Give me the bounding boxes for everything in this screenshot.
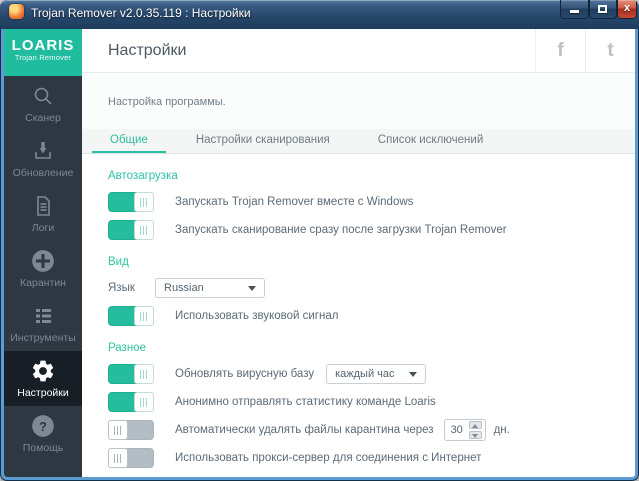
- setting-row: Запускать Trojan Remover вместе с Window…: [108, 192, 635, 212]
- setting-row: Использовать прокси-сервер для соединени…: [108, 448, 635, 468]
- setting-label: Автоматически удалять файлы карантина че…: [175, 424, 434, 436]
- spinner-down-button[interactable]: [469, 431, 482, 439]
- search-icon: [30, 83, 56, 109]
- setting-row: Анонимно отправлять статистику команде L…: [108, 392, 635, 412]
- toggle-knob: [134, 364, 154, 384]
- sidebar-item-logs[interactable]: Логи: [4, 186, 82, 241]
- question-icon: ?: [30, 413, 56, 439]
- document-icon: [30, 193, 56, 219]
- toggle-run-with-windows[interactable]: [108, 192, 154, 212]
- twitter-icon[interactable]: t: [585, 29, 635, 72]
- setting-label: Использовать звуковой сигнал: [175, 310, 338, 322]
- setting-row: Запускать сканирование сразу после загру…: [108, 220, 635, 240]
- toggle-knob: [108, 448, 128, 468]
- sidebar-item-update[interactable]: Обновление: [4, 131, 82, 186]
- sidebar-item-label: Карантин: [20, 277, 66, 289]
- section-heading-autoload: Автозагрузка: [108, 170, 635, 182]
- chevron-down-icon: [409, 372, 417, 377]
- toggle-knob: [134, 306, 154, 326]
- tab-bar: Общие Настройки сканирования Список искл…: [82, 129, 635, 154]
- sidebar-item-settings[interactable]: Настройки: [4, 351, 82, 406]
- settings-content: Автозагрузка Запускать Trojan Remover вм…: [82, 154, 635, 477]
- language-label: Язык: [108, 282, 155, 294]
- plus-circle-icon: [30, 248, 56, 274]
- setting-label: Запускать Trojan Remover вместе с Window…: [175, 196, 413, 208]
- logo-brand: LOARIS: [4, 38, 82, 53]
- close-button[interactable]: x: [617, 0, 637, 19]
- maximize-icon: [598, 5, 607, 13]
- minimize-button[interactable]: [560, 0, 589, 19]
- days-suffix-label: дн.: [494, 424, 510, 436]
- setting-label: Запускать сканирование сразу после загру…: [175, 224, 507, 236]
- toggle-send-statistics[interactable]: [108, 392, 154, 412]
- spinner-up-button[interactable]: [469, 421, 482, 429]
- toggle-proxy-server[interactable]: [108, 448, 154, 468]
- toggle-knob: [134, 192, 154, 212]
- tab-scan-settings[interactable]: Настройки сканирования: [184, 134, 342, 153]
- toggle-knob: [108, 420, 128, 440]
- window-title: Trojan Remover v2.0.35.119 : Настройки: [31, 6, 251, 20]
- language-selected-value: Russian: [164, 282, 204, 294]
- gear-icon: [30, 358, 56, 384]
- page-subtitle: Настройка программы.: [82, 73, 635, 129]
- main-panel: Настройки f t Настройка программы. Общие…: [82, 29, 635, 477]
- setting-label: Обновлять вирусную базу: [175, 368, 314, 380]
- language-row: Язык Russian: [108, 278, 635, 298]
- title-bar[interactable]: Trojan Remover v2.0.35.119 : Настройки x: [0, 0, 639, 29]
- close-icon: x: [618, 2, 636, 14]
- section-heading-misc: Разное: [108, 342, 635, 354]
- logo-subtitle: Trojan Remover: [4, 53, 82, 62]
- minimize-icon: [570, 10, 579, 13]
- page-title: Настройки: [82, 42, 535, 60]
- quarantine-days-spinner: [444, 419, 486, 441]
- setting-row: Использовать звуковой сигнал: [108, 306, 635, 326]
- svg-text:?: ?: [39, 419, 47, 434]
- sidebar-item-label: Инструменты: [10, 332, 75, 344]
- toggle-autodelete-quarantine[interactable]: [108, 420, 154, 440]
- toggle-scan-after-start[interactable]: [108, 220, 154, 240]
- language-select[interactable]: Russian: [155, 278, 265, 298]
- setting-row: Автоматически удалять файлы карантина че…: [108, 420, 635, 440]
- maximize-button[interactable]: [589, 0, 617, 19]
- loaris-logo: LOARIS Trojan Remover: [4, 29, 82, 76]
- sidebar-item-label: Обновление: [13, 167, 74, 179]
- setting-row: Обновлять вирусную базу каждый час: [108, 364, 635, 384]
- download-icon: [30, 138, 56, 164]
- toggle-knob: [134, 220, 154, 240]
- sidebar-item-label: Настройки: [17, 387, 69, 399]
- setting-label: Анонимно отправлять статистику команде L…: [175, 396, 436, 408]
- setting-label: Использовать прокси-сервер для соединени…: [175, 452, 481, 464]
- section-heading-view: Вид: [108, 256, 635, 268]
- toggle-knob: [134, 392, 154, 412]
- list-icon: [30, 303, 56, 329]
- sidebar-item-scanner[interactable]: Сканер: [4, 76, 82, 131]
- page-header: Настройки f t: [82, 29, 635, 73]
- chevron-down-icon: [248, 286, 256, 291]
- sidebar-item-label: Логи: [32, 222, 54, 234]
- update-frequency-value: каждый час: [335, 368, 394, 380]
- toggle-sound-signal[interactable]: [108, 306, 154, 326]
- app-window: Trojan Remover v2.0.35.119 : Настройки x…: [0, 0, 639, 481]
- sidebar-item-tools[interactable]: Инструменты: [4, 296, 82, 351]
- sidebar-item-label: Помощь: [23, 442, 64, 454]
- sidebar: LOARIS Trojan Remover Сканер Обновление: [4, 29, 82, 477]
- quarantine-days-input[interactable]: [451, 424, 467, 436]
- toggle-update-database[interactable]: [108, 364, 154, 384]
- sidebar-item-quarantine[interactable]: Карантин: [4, 241, 82, 296]
- sidebar-item-help[interactable]: ? Помощь: [4, 406, 82, 461]
- app-icon: [9, 4, 24, 19]
- sidebar-item-label: Сканер: [25, 112, 61, 124]
- tab-general[interactable]: Общие: [98, 134, 160, 153]
- tab-exclusions[interactable]: Список исключений: [366, 134, 495, 153]
- update-frequency-select[interactable]: каждый час: [326, 364, 426, 384]
- facebook-icon[interactable]: f: [535, 29, 585, 72]
